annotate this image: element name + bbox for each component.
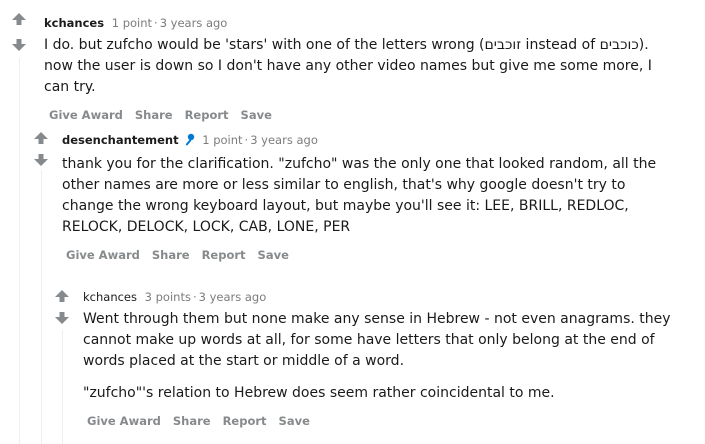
comment-author[interactable]: desenchantement — [62, 133, 179, 147]
comment-paragraph: thank you for the clarification. "zufcho… — [62, 156, 657, 235]
give-award-button[interactable]: Give Award — [49, 108, 123, 122]
comment-paragraph: "zufcho"'s relation to Hebrew does seem … — [83, 385, 555, 401]
share-button[interactable]: Share — [152, 248, 190, 262]
upvote-arrow-icon[interactable] — [54, 289, 70, 303]
comment-body: I do. but zufcho would be 'stars' with o… — [44, 35, 674, 98]
comment-author[interactable]: kchances — [83, 290, 137, 304]
comment-body: thank you for the clarification. "zufcho… — [62, 154, 672, 238]
save-button[interactable]: Save — [241, 108, 272, 122]
upvote-arrow-icon[interactable] — [11, 12, 27, 26]
comment-author[interactable]: kchances — [44, 16, 104, 30]
share-button[interactable]: Share — [135, 108, 173, 122]
downvote-arrow-icon[interactable] — [33, 153, 49, 167]
report-button[interactable]: Report — [202, 248, 246, 262]
comment-points: 3 points — [144, 290, 191, 304]
comment: kchances 1 point · 3 years ago I do. but z… — [44, 15, 694, 122]
comment-actions: Give Award Share Report Save — [49, 108, 694, 122]
downvote-arrow-icon[interactable] — [54, 311, 70, 325]
separator-dot: · — [244, 133, 249, 147]
upvote-arrow-icon[interactable] — [33, 131, 49, 145]
save-button[interactable]: Save — [258, 248, 289, 262]
vote-column — [11, 12, 27, 52]
thread-line-3[interactable] — [62, 330, 63, 444]
thread-line-1[interactable] — [19, 58, 20, 444]
comment-meta: kchances 1 point · 3 years ago — [44, 15, 694, 31]
report-button[interactable]: Report — [223, 414, 267, 428]
comment-age[interactable]: 3 years ago — [160, 16, 228, 30]
comment: kchances 3 points · 3 years ago Went throu… — [83, 289, 693, 428]
vote-column — [33, 131, 49, 167]
thread-line-2[interactable] — [41, 170, 42, 444]
comment-meta: desenchantement 1 point · 3 years ago — [62, 132, 692, 150]
separator-dot: · — [154, 16, 158, 30]
comment-actions: Give Award Share Report Save — [66, 248, 692, 262]
comment: desenchantement 1 point · 3 years ago than… — [62, 132, 692, 262]
give-award-button[interactable]: Give Award — [87, 414, 161, 428]
comment-points: 1 point — [202, 133, 243, 147]
comment-meta: kchances 3 points · 3 years ago — [83, 289, 693, 305]
share-button[interactable]: Share — [173, 414, 211, 428]
comment-points: 1 point — [111, 16, 153, 30]
comment-paragraph: Went through them but none make any sens… — [83, 311, 671, 369]
comment-age[interactable]: 3 years ago — [199, 290, 267, 304]
downvote-arrow-icon[interactable] — [11, 38, 27, 52]
comment-actions: Give Award Share Report Save — [87, 414, 693, 428]
comment-paragraph: I do. but zufcho would be 'stars' with o… — [44, 37, 652, 95]
separator-dot: · — [192, 290, 197, 304]
comment-age[interactable]: 3 years ago — [250, 133, 318, 147]
comment-body: Went through them but none make any sens… — [83, 309, 683, 404]
microphone-icon — [182, 133, 195, 150]
report-button[interactable]: Report — [185, 108, 229, 122]
save-button[interactable]: Save — [279, 414, 310, 428]
give-award-button[interactable]: Give Award — [66, 248, 140, 262]
vote-column — [54, 289, 70, 325]
